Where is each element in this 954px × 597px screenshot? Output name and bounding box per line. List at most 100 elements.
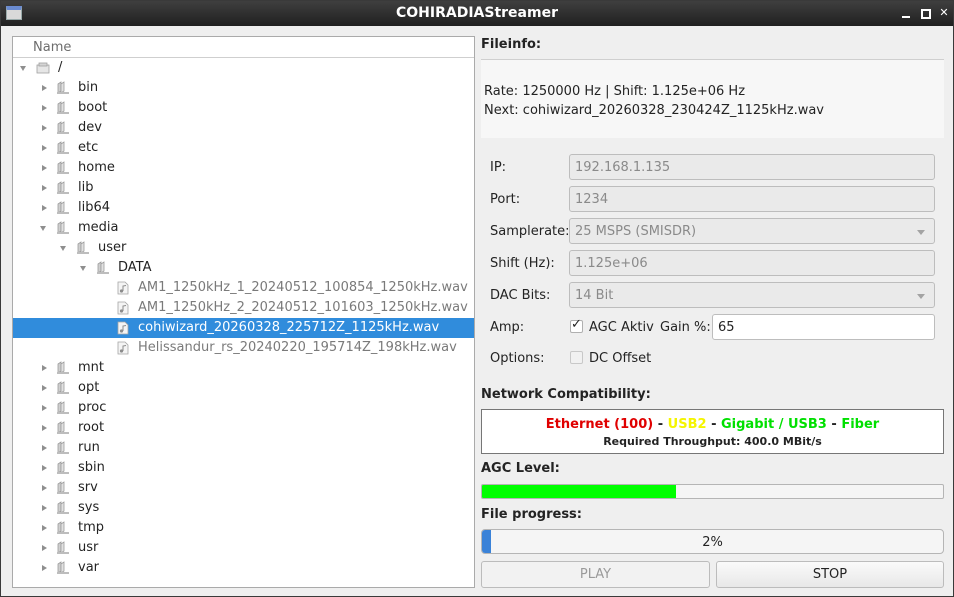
dc-offset-checkbox[interactable] — [570, 351, 583, 364]
agc-level-bar — [481, 484, 944, 499]
network-heading: Network Compatibility: — [481, 387, 651, 402]
tree-item-label: proc — [78, 400, 107, 415]
fileinfo-heading: Fileinfo: — [481, 37, 542, 52]
audio-file-icon — [116, 301, 130, 315]
tree-folder-row[interactable]: proc — [13, 398, 474, 418]
fileinfo-rate-line: Rate: 1250000 Hz | Shift: 1.125e+06 Hz — [484, 84, 746, 99]
tree-folder-row[interactable]: var — [13, 558, 474, 578]
expand-arrow-right-icon[interactable] — [39, 138, 49, 158]
tree-folder-row[interactable]: user — [13, 238, 474, 258]
expand-arrow-right-icon[interactable] — [39, 358, 49, 378]
expand-arrow-right-icon[interactable] — [39, 78, 49, 98]
expand-arrow-right-icon[interactable] — [39, 178, 49, 198]
tier-ethernet: Ethernet (100) — [545, 417, 654, 432]
tree-folder-row[interactable]: sbin — [13, 458, 474, 478]
expand-arrow-right-icon[interactable] — [39, 198, 49, 218]
expand-arrow-down-icon[interactable] — [39, 218, 49, 238]
tree-folder-row[interactable]: srv — [13, 478, 474, 498]
samplerate-select[interactable]: 25 MSPS (SMISDR) — [569, 218, 935, 244]
fileinfo-next-line: Next: cohiwizard_20260328_230424Z_1125kH… — [484, 103, 824, 118]
tree-folder-row[interactable]: dev — [13, 118, 474, 138]
maximize-icon[interactable] — [918, 6, 932, 20]
expand-arrow-right-icon[interactable] — [39, 478, 49, 498]
expand-arrow-right-icon[interactable] — [39, 378, 49, 398]
expand-arrow-right-icon[interactable] — [39, 398, 49, 418]
tree-folder-row[interactable]: mnt — [13, 358, 474, 378]
minimize-icon[interactable] — [899, 6, 913, 20]
tree-folder-row[interactable]: sys — [13, 498, 474, 518]
tree-folder-row[interactable]: home — [13, 158, 474, 178]
folder-icon — [56, 141, 70, 155]
tree-folder-row[interactable]: etc — [13, 138, 474, 158]
tree-folder-row[interactable]: boot — [13, 98, 474, 118]
tree-item-label: lib — [78, 180, 94, 195]
tree-item-label: usr — [78, 540, 99, 555]
expand-arrow-right-icon[interactable] — [39, 438, 49, 458]
folder-icon — [56, 481, 70, 495]
expand-arrow-right-icon[interactable] — [39, 558, 49, 578]
expand-arrow-down-icon[interactable] — [59, 238, 69, 258]
tree-item-label: lib64 — [78, 200, 111, 215]
folder-icon — [56, 101, 70, 115]
expand-arrow-down-icon[interactable] — [19, 58, 29, 78]
tree-file-row[interactable]: Helissandur_rs_20240220_195714Z_198kHz.w… — [13, 338, 474, 358]
tree-item-label: dev — [78, 120, 102, 135]
app-window: COHIRADIAStreamer ✕ Name / bin boot dev etc h… — [0, 0, 954, 597]
tier-usb2: USB2 — [667, 417, 707, 432]
tree-item-label: opt — [78, 380, 100, 395]
tree-folder-row[interactable]: usr — [13, 538, 474, 558]
expand-arrow-right-icon[interactable] — [39, 118, 49, 138]
amp-label: Amp: — [490, 320, 525, 335]
tree-item-label: boot — [78, 100, 108, 115]
gain-label: Gain %: — [660, 320, 711, 335]
expand-arrow-right-icon[interactable] — [39, 158, 49, 178]
agc-checkbox[interactable] — [570, 317, 583, 333]
expand-arrow-right-icon[interactable] — [39, 498, 49, 518]
gain-input[interactable]: 65 — [712, 314, 935, 340]
agc-level-fill — [482, 485, 676, 498]
tree-header-name[interactable]: Name — [13, 37, 474, 58]
tree-folder-row[interactable]: DATA — [13, 258, 474, 278]
tree-item-label: DATA — [118, 260, 152, 275]
tree-file-row[interactable]: AM1_1250kHz_1_20240512_100854_1250kHz.wa… — [13, 278, 474, 298]
stop-button[interactable]: STOP — [716, 561, 944, 588]
tree-file-row[interactable]: cohiwizard_20260328_225712Z_1125kHz.wav — [13, 318, 474, 338]
shift-input[interactable]: 1.125e+06 — [569, 250, 935, 276]
tree-item-label: sbin — [78, 460, 105, 475]
tree-item-label: etc — [78, 140, 99, 155]
tier-gigabit: Gigabit / USB3 — [721, 417, 827, 432]
tree-folder-row[interactable]: / — [13, 58, 474, 78]
expand-arrow-right-icon[interactable] — [39, 418, 49, 438]
tree-folder-row[interactable]: bin — [13, 78, 474, 98]
port-input[interactable]: 1234 — [569, 186, 935, 212]
tree-folder-row[interactable]: tmp — [13, 518, 474, 538]
tree-folder-row[interactable]: root — [13, 418, 474, 438]
expand-arrow-right-icon[interactable] — [39, 98, 49, 118]
dacbits-select[interactable]: 14 Bit — [569, 282, 935, 308]
tree-folder-row[interactable]: lib64 — [13, 198, 474, 218]
tree-folder-row[interactable]: opt — [13, 378, 474, 398]
title-bar[interactable]: COHIRADIAStreamer ✕ — [1, 1, 953, 26]
ip-input[interactable]: 192.168.1.135 — [569, 154, 935, 180]
dc-offset-label: DC Offset — [589, 351, 652, 366]
folder-icon — [56, 501, 70, 515]
folder-icon — [76, 241, 90, 255]
tree-file-row[interactable]: AM1_1250kHz_2_20240512_101603_1250kHz.wa… — [13, 298, 474, 318]
tree-folder-row[interactable]: media — [13, 218, 474, 238]
tree-folder-row[interactable]: run — [13, 438, 474, 458]
tree-item-label: user — [98, 240, 127, 255]
play-button[interactable]: PLAY — [481, 561, 710, 588]
folder-icon — [56, 421, 70, 435]
tree-item-label: tmp — [78, 520, 105, 535]
expand-arrow-right-icon[interactable] — [39, 518, 49, 538]
samplerate-label: Samplerate: — [490, 224, 570, 239]
expand-arrow-right-icon[interactable] — [39, 538, 49, 558]
tree-folder-row[interactable]: lib — [13, 178, 474, 198]
expand-arrow-right-icon[interactable] — [39, 458, 49, 478]
close-icon[interactable]: ✕ — [937, 6, 951, 20]
audio-file-icon — [116, 281, 130, 295]
folder-icon — [96, 261, 110, 275]
folder-icon — [56, 201, 70, 215]
expand-arrow-down-icon[interactable] — [79, 258, 89, 278]
file-tree[interactable]: Name / bin boot dev etc home lib lib64 media user… — [12, 36, 475, 588]
